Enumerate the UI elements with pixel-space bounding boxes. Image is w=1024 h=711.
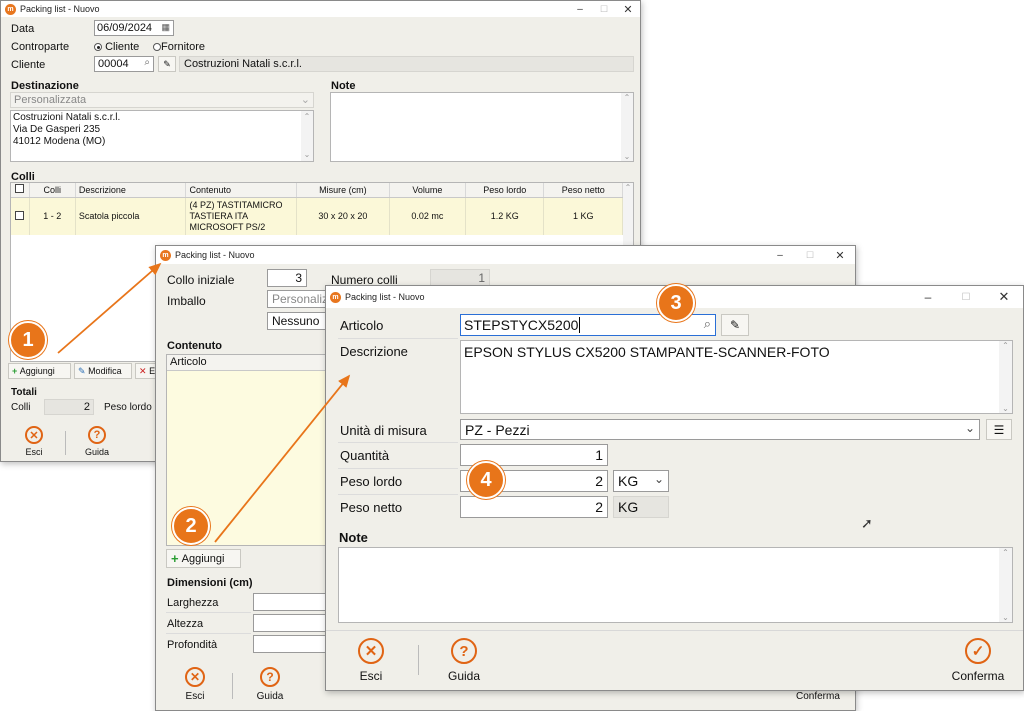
callout-badge-1: 1 xyxy=(9,321,47,359)
callout-badge-2: 2 xyxy=(172,507,210,545)
arrow-1 xyxy=(57,262,162,354)
callout-badge-3: 3 xyxy=(657,284,695,322)
callout-badge-4: 4 xyxy=(467,461,505,499)
arrow-2 xyxy=(214,374,351,543)
callout-arrows xyxy=(57,262,351,543)
